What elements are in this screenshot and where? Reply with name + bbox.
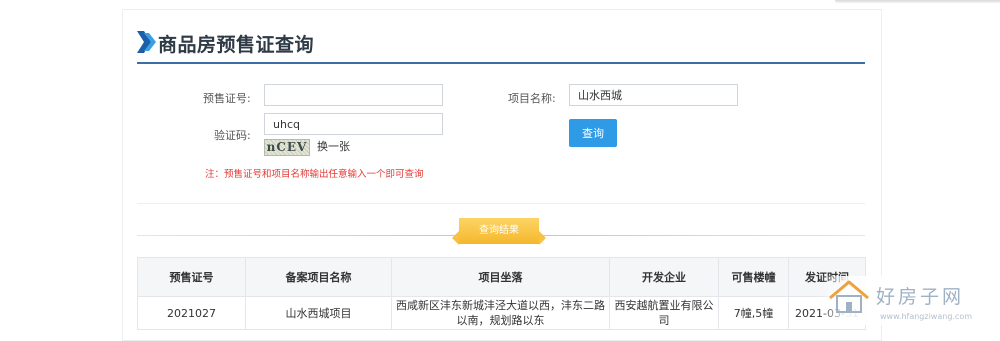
query-panel: 商品房预售证查询 预售证号: 项目名称: 验证码: nCEV 换一张 查询 注：… (122, 9, 882, 341)
captcha-input[interactable] (264, 113, 443, 135)
divider (137, 203, 865, 204)
project-name-input[interactable] (569, 84, 738, 106)
watermark-url: www.hfangziwang.com (880, 312, 973, 321)
captcha-image[interactable]: nCEV (264, 139, 310, 156)
col-header-location: 项目坐落 (391, 257, 610, 297)
panel-header: 商品房预售证查询 (137, 28, 865, 64)
watermark-text: 好房子网 (876, 286, 965, 308)
col-header-license-no: 预售证号 (137, 257, 246, 297)
results-section-tag: 查询结果 (452, 218, 546, 245)
query-button[interactable]: 查询 (569, 119, 617, 147)
double-chevron-right-icon (137, 31, 156, 53)
house-logo-icon (829, 280, 869, 313)
license-no-label: 预售证号: (203, 92, 251, 105)
site-watermark: 好房子网 www.hfangziwang.com (820, 276, 1000, 325)
results-table: 预售证号 备案项目名称 项目坐落 开发企业 可售楼幢 发证时间 2021027 … (137, 257, 866, 330)
page-title: 商品房预售证查询 (158, 34, 315, 56)
license-no-input[interactable] (264, 84, 443, 106)
form-note: 注：预售证号和项目名称输出任意输入一个即可查询 (205, 169, 424, 180)
col-header-buildings: 可售楼幢 (718, 257, 789, 297)
col-header-developer: 开发企业 (609, 257, 719, 297)
col-header-project-name: 备案项目名称 (245, 257, 392, 297)
table-header-row: 预售证号 备案项目名称 项目坐落 开发企业 可售楼幢 发证时间 (137, 257, 866, 297)
project-name-label: 项目名称: (508, 92, 556, 105)
refresh-captcha-link[interactable]: 换一张 (317, 138, 350, 154)
window-edge-shadow (835, 0, 1000, 3)
captcha-label: 验证码: (214, 129, 251, 142)
